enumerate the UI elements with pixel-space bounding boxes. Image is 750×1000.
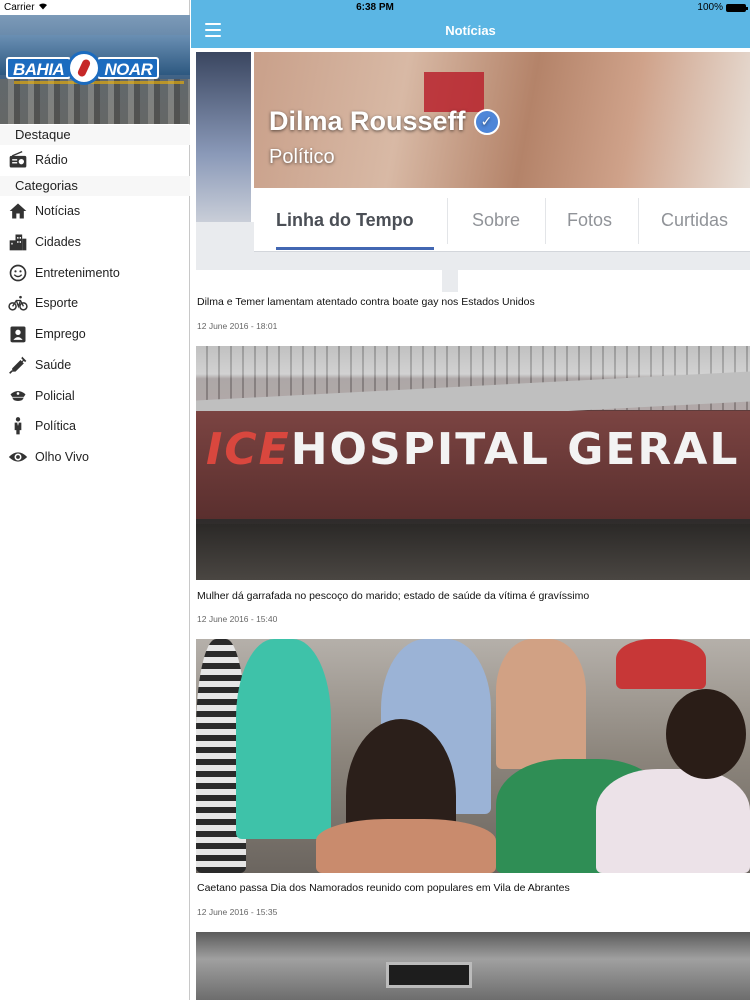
- sidebar-item-label: Policial: [35, 389, 75, 403]
- sidebar: BAHIA NOAR Destaque Rádio Categorias Not…: [0, 0, 190, 1000]
- sidebar-item-esporte[interactable]: Esporte: [0, 288, 190, 318]
- article-image[interactable]: [196, 639, 750, 873]
- article-image[interactable]: [196, 932, 750, 1000]
- sidebar-item-noticias[interactable]: Notícias: [0, 196, 190, 226]
- sidebar-item-saude[interactable]: Saúde: [0, 350, 190, 380]
- sidebar-item-label: Esporte: [35, 296, 79, 310]
- sidebar-item-label: Saúde: [35, 358, 72, 372]
- article-headline[interactable]: Caetano passa Dia dos Namorados reunido …: [197, 882, 570, 894]
- microphone-icon: [67, 51, 102, 85]
- city-icon: [7, 231, 29, 253]
- page-title: Notícias: [445, 23, 496, 38]
- battery-indicator: 100%: [697, 2, 748, 13]
- app-logo[interactable]: BAHIA NOAR: [0, 15, 190, 124]
- section-header-categorias: Categorias: [0, 176, 190, 196]
- profile-tab-bar: Linha do Tempo Sobre Fotos Curtidas: [254, 188, 750, 252]
- sidebar-item-label: Notícias: [35, 204, 81, 218]
- clock: 6:38 PM: [356, 2, 394, 13]
- battery-icon: [726, 3, 748, 12]
- sidebar-item-label: Olho Vivo: [35, 450, 89, 464]
- article-image[interactable]: Dilma Rousseff ✓ Político Linha do Tempo…: [196, 52, 750, 292]
- sidebar-item-label: Entretenimento: [35, 266, 120, 280]
- tab-sobre: Sobre: [472, 210, 521, 230]
- logo-text-left: BAHIA: [6, 57, 72, 79]
- sidebar-item-label: Emprego: [35, 327, 86, 341]
- sidebar-item-olho-vivo[interactable]: Olho Vivo: [0, 442, 190, 472]
- tab-curtidas: Curtidas: [661, 210, 729, 230]
- article-date: 12 June 2016 - 15:35: [197, 907, 278, 917]
- sidebar-item-cidades[interactable]: Cidades: [0, 227, 190, 257]
- sidebar-item-politica[interactable]: Política: [0, 411, 190, 441]
- article-date: 12 June 2016 - 15:40: [197, 614, 278, 624]
- radio-icon: [7, 149, 29, 171]
- profile-role: Político: [269, 146, 335, 168]
- bicycle-icon: [7, 292, 29, 314]
- badge-icon: [7, 323, 29, 345]
- main-content: Notícias Dilma Rousseff ✓ Político Linha…: [191, 0, 750, 1000]
- sidebar-item-policial[interactable]: Policial: [0, 381, 190, 411]
- tab-fotos: Fotos: [567, 210, 613, 230]
- article-headline[interactable]: Dilma e Temer lamentam atentado contra b…: [197, 296, 535, 308]
- politician-icon: [7, 415, 29, 437]
- sidebar-item-label: Rádio: [35, 153, 68, 167]
- logo-text-right: NOAR: [97, 57, 160, 79]
- verified-badge-icon: ✓: [473, 108, 500, 135]
- sidebar-item-label: Cidades: [35, 235, 81, 249]
- active-tab-indicator: [276, 247, 434, 250]
- tab-linha-do-tempo: Linha do Tempo: [276, 210, 414, 230]
- home-icon: [7, 200, 29, 222]
- smiley-icon: [7, 262, 29, 284]
- profile-name: Dilma Rousseff ✓: [269, 106, 500, 137]
- eye-icon: [7, 446, 29, 468]
- sidebar-item-label: Política: [35, 419, 76, 433]
- article-headline[interactable]: Mulher dá garrafada no pescoço do marido…: [197, 590, 589, 602]
- section-header-destaque: Destaque: [0, 125, 190, 145]
- police-cap-icon: [7, 385, 29, 407]
- article-image[interactable]: ICEHOSPITAL GERAL D: [196, 346, 750, 580]
- sidebar-item-emprego[interactable]: Emprego: [0, 319, 190, 349]
- article-date: 12 June 2016 - 18:01: [197, 321, 278, 331]
- hospital-sign: ICEHOSPITAL GERAL D: [206, 424, 750, 475]
- status-bar: Carrier 6:38 PM 100%: [0, 0, 750, 15]
- sidebar-item-radio[interactable]: Rádio: [0, 145, 190, 175]
- battery-percent: 100%: [697, 2, 723, 13]
- sidebar-item-entretenimento[interactable]: Entretenimento: [0, 258, 190, 288]
- syringe-icon: [7, 354, 29, 376]
